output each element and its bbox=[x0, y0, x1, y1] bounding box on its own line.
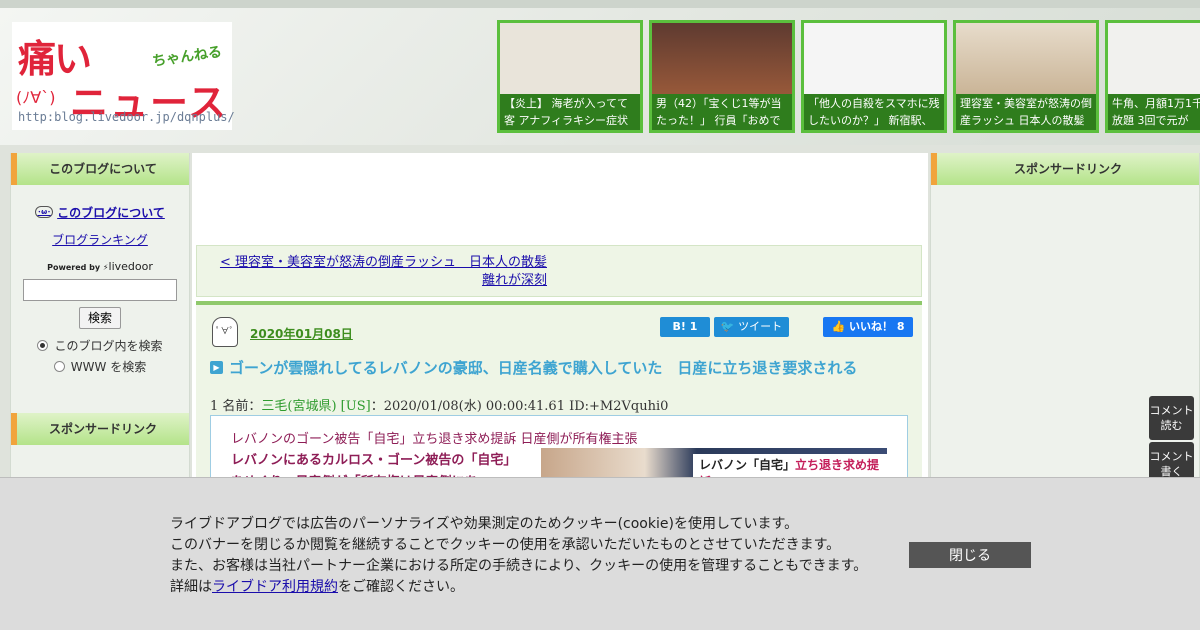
cookie-close-button[interactable]: 閉じる bbox=[909, 542, 1031, 568]
powered-by: Powered by ⚡livedoor bbox=[47, 259, 153, 273]
like-button[interactable]: 👍 いいね！ 8 bbox=[823, 317, 913, 337]
about-link-label: このブログについて bbox=[57, 205, 165, 220]
cookie-text: ライブドアブログでは広告のパーソナライズや効果測定のためクッキー(cookie)… bbox=[170, 514, 867, 598]
article-thumb[interactable]: 男（42）「宝くじ1等が当 たった！」 行員「おめで bbox=[649, 20, 795, 133]
cookie-line-4-post: をご確認ください。 bbox=[338, 579, 464, 595]
article-thumb[interactable]: 牛角、月額1万1千円 食べ放題 3回で元が bbox=[1105, 20, 1200, 133]
left-sponsor-heading: スポンサードリンク bbox=[11, 412, 189, 445]
like-label: いいね！ 8 bbox=[849, 320, 905, 333]
article-thumb[interactable]: 「他人の自殺をスマホに残 したいのか？」 新宿駅、真 bbox=[801, 20, 947, 133]
cookie-line-2: このバナーを閉じるか閲覧を継続することでクッキーの使用を承認いただいたものとさせ… bbox=[170, 537, 841, 553]
title-marker-icon: ▶ bbox=[210, 361, 223, 374]
article-thumb[interactable]: 理容室・美容室が怒涛の倒 産ラッシュ 日本人の散髪 bbox=[953, 20, 1099, 133]
tweet-label: ツイート bbox=[738, 320, 783, 333]
logo-url-text: http:blog.livedoor.jp/dqnplus/ bbox=[18, 110, 235, 124]
about-box: ･ω･ このブログについて ブログランキング Powered by ⚡livedo… bbox=[11, 185, 189, 375]
logo-sub-text: ちゃんねる bbox=[151, 44, 223, 70]
header-stripe bbox=[0, 0, 1200, 8]
thumb-image bbox=[1108, 23, 1200, 97]
author-icon: ﾟ∀ﾟ bbox=[212, 317, 238, 347]
cookie-line-1: ライブドアブログでは広告のパーソナライズや効果測定のためクッキー(cookie)… bbox=[170, 516, 799, 532]
thumb-caption: 牛角、月額1万1千円 食べ放題 3回で元が bbox=[1108, 94, 1200, 130]
radio-www-row[interactable]: WWW を検索 bbox=[11, 358, 189, 375]
terms-link[interactable]: ライブドア利用規約 bbox=[212, 579, 338, 595]
radio-blog-row[interactable]: このブログ内を検索 bbox=[11, 337, 189, 354]
thumb-caption: 「他人の自殺をスマホに残 したいのか？」 新宿駅、真 bbox=[804, 94, 944, 130]
prev-article-nav: < 理容室・美容室が怒涛の倒産ラッシュ 日本人の散髪離れが深刻 bbox=[196, 245, 922, 297]
post-title[interactable]: ▶ ゴーンが雲隠れしてるレバノンの豪邸、日産名義で購入していた 日産に立ち退き要… bbox=[210, 357, 857, 378]
thumb-image bbox=[500, 23, 640, 97]
res-name: 三毛(宮城県) [US] bbox=[261, 399, 371, 414]
radio-www[interactable] bbox=[53, 360, 65, 372]
caption-part-a: レバノン「自宅」 bbox=[699, 458, 796, 472]
livedoor-brand: livedoor bbox=[108, 259, 153, 273]
about-link[interactable]: ･ω･ このブログについて bbox=[35, 204, 165, 221]
logo-face-text: (ﾉ∀`) bbox=[16, 88, 56, 107]
hatena-bookmark-button[interactable]: B! 1 bbox=[660, 317, 710, 337]
thumb-caption: 【炎上】 海老が入ってて客 アナフィラキシー症状 レ bbox=[500, 94, 640, 130]
radio-blog[interactable] bbox=[37, 339, 49, 351]
res-number: 1 名前： bbox=[210, 399, 262, 414]
cookie-line-4-pre: 詳細は bbox=[170, 579, 212, 595]
res-meta: ：2020/01/08(水) 00:00:41.61 ID:+M2Vquhi0 bbox=[370, 399, 669, 414]
site-logo[interactable]: 痛い ちゃんねる (ﾉ∀`) ニュース http:blog.livedoor.j… bbox=[12, 22, 235, 130]
radio-www-label: WWW を検索 bbox=[70, 359, 147, 374]
cookie-line-3: また、お客様は当社パートナー企業における所定の手続きにより、クッキーの使用を管理… bbox=[170, 558, 868, 574]
quote-title: レバノンのゴーン被告「自宅」立ち退き求め提訴 日産側が所有権主張 bbox=[231, 432, 638, 447]
read-comments-button[interactable]: コメント読む bbox=[1149, 396, 1194, 440]
search-button[interactable]: 検索 bbox=[79, 306, 121, 329]
right-sponsor-heading: スポンサードリンク bbox=[931, 153, 1199, 185]
post-date[interactable]: 2020年01月08日 bbox=[250, 325, 353, 342]
res-header: 1 名前：三毛(宮城県) [US]：2020/01/08(水) 00:00:41… bbox=[210, 395, 668, 414]
radio-blog-label: このブログ内を検索 bbox=[54, 338, 163, 353]
thumb-caption: 男（42）「宝くじ1等が当 たった！」 行員「おめで bbox=[652, 94, 792, 130]
thumb-image bbox=[956, 23, 1096, 97]
thumb-image bbox=[652, 23, 792, 97]
thumb-image bbox=[804, 23, 944, 97]
thumb-caption: 理容室・美容室が怒涛の倒 産ラッシュ 日本人の散髪 bbox=[956, 94, 1096, 130]
blog-search-input[interactable] bbox=[23, 278, 177, 301]
post-title-text: ゴーンが雲隠れしてるレバノンの豪邸、日産名義で購入していた 日産に立ち退き要求さ… bbox=[229, 359, 858, 377]
tweet-button[interactable]: 🐦 ツイート bbox=[714, 317, 789, 337]
about-heading: このブログについて bbox=[11, 153, 189, 185]
powered-by-label: Powered by bbox=[47, 262, 101, 272]
cookie-banner: ライブドアブログでは広告のパーソナライズや効果測定のためクッキー(cookie)… bbox=[0, 477, 1200, 630]
prev-article-link[interactable]: < 理容室・美容室が怒涛の倒産ラッシュ 日本人の散髪離れが深刻 bbox=[217, 254, 547, 290]
ranking-link[interactable]: ブログランキング bbox=[11, 231, 189, 248]
article-thumb[interactable]: 【炎上】 海老が入ってて客 アナフィラキシー症状 レ bbox=[497, 20, 643, 133]
cookie-line-4: 詳細はライブドア利用規約をご確認ください。 bbox=[170, 577, 867, 598]
site-header: 痛い ちゃんねる (ﾉ∀`) ニュース http:blog.livedoor.j… bbox=[0, 0, 1200, 145]
recent-articles: 【炎上】 海老が入ってて客 アナフィラキシー症状 レ 男（42）「宝くじ1等が当… bbox=[497, 20, 1200, 133]
face-icon: ･ω･ bbox=[35, 206, 54, 218]
